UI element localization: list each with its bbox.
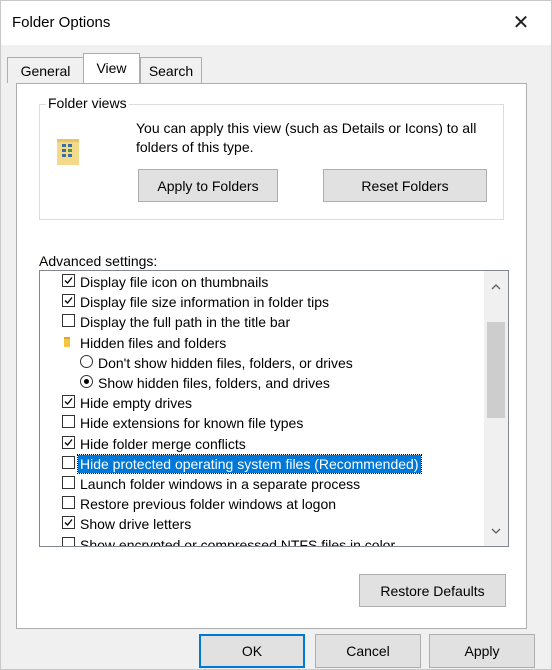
checkbox-option-row[interactable]: Display file size information in folder … bbox=[40, 292, 485, 312]
radio-option-row[interactable]: Don't show hidden files, folders, or dri… bbox=[40, 353, 485, 373]
folder-icon bbox=[64, 336, 70, 347]
checkbox-option-row[interactable]: Display the full path in the title bar bbox=[40, 312, 485, 332]
reset-folders-button[interactable]: Reset Folders bbox=[323, 169, 487, 202]
chevron-up-icon[interactable] bbox=[484, 277, 508, 297]
option-label: Launch folder windows in a separate proc… bbox=[80, 476, 361, 492]
radio-unselected[interactable] bbox=[80, 354, 93, 368]
folder-options-dialog: Folder Options ✕ General View Search Fol… bbox=[0, 0, 552, 670]
folder-group-row: Hidden files and folders bbox=[40, 333, 485, 353]
checkbox-checked[interactable] bbox=[62, 435, 75, 449]
close-icon[interactable]: ✕ bbox=[507, 10, 535, 36]
scrollbar-thumb[interactable] bbox=[487, 322, 505, 418]
checkbox-option-row[interactable]: Display file icon on thumbnails bbox=[40, 272, 485, 292]
option-label: Show hidden files, folders, and drives bbox=[98, 375, 330, 391]
chevron-down-icon[interactable] bbox=[484, 521, 508, 541]
checkbox-checked[interactable] bbox=[62, 395, 75, 409]
tab-view[interactable]: View bbox=[83, 53, 140, 83]
checkbox-checked[interactable] bbox=[62, 516, 75, 530]
checkbox-option-row[interactable]: Hide empty drives bbox=[40, 393, 485, 413]
advanced-settings-label: Advanced settings: bbox=[39, 253, 158, 269]
view-tab-panel: Folder views You can apply this view (su… bbox=[16, 83, 527, 629]
checkbox-option-row[interactable]: Hide extensions for known file types bbox=[40, 413, 485, 433]
checkbox-checked[interactable] bbox=[62, 294, 75, 308]
checkbox-unchecked[interactable] bbox=[62, 455, 75, 469]
cancel-button[interactable]: Cancel bbox=[315, 634, 421, 668]
option-label: Show encrypted or compressed NTFS files … bbox=[80, 536, 396, 547]
vertical-scrollbar[interactable] bbox=[484, 271, 508, 546]
checkbox-option-row[interactable]: Show drive letters bbox=[40, 514, 485, 534]
checkbox-checked[interactable] bbox=[62, 274, 75, 287]
folder-views-group: Folder views You can apply this view (su… bbox=[39, 95, 504, 220]
checkbox-unchecked[interactable] bbox=[62, 536, 75, 546]
folder-view-icon bbox=[57, 139, 79, 165]
restore-defaults-button[interactable]: Restore Defaults bbox=[359, 574, 506, 607]
checkbox-unchecked[interactable] bbox=[62, 314, 75, 328]
radio-selected[interactable] bbox=[80, 375, 93, 388]
tab-search[interactable]: Search bbox=[140, 57, 202, 83]
option-label: Show drive letters bbox=[80, 516, 192, 533]
option-label: Don't show hidden files, folders, or dri… bbox=[98, 354, 353, 371]
tab-general-label: General bbox=[20, 63, 71, 79]
checkbox-unchecked[interactable] bbox=[62, 415, 75, 429]
checkbox-unchecked[interactable] bbox=[62, 476, 75, 489]
option-label: Restore previous folder windows at logon bbox=[80, 496, 337, 513]
radio-dot bbox=[84, 379, 89, 384]
ok-button[interactable]: OK bbox=[199, 634, 305, 668]
option-label: Display file icon on thumbnails bbox=[80, 274, 269, 290]
window-title: Folder Options bbox=[12, 14, 111, 31]
tab-view-label: View bbox=[96, 60, 127, 76]
option-label: Display file size information in folder … bbox=[80, 294, 329, 311]
option-label: Hide folder merge conflicts bbox=[80, 435, 246, 452]
option-label: Hide extensions for known file types bbox=[80, 415, 304, 432]
checkbox-unchecked[interactable] bbox=[62, 496, 75, 510]
advanced-settings-list[interactable]: Display file icon on thumbnails Display f… bbox=[39, 270, 509, 547]
option-label: Hide empty drives bbox=[80, 395, 193, 412]
radio-option-row[interactable]: Show hidden files, folders, and drives bbox=[40, 373, 485, 393]
apply-button[interactable]: Apply bbox=[429, 634, 535, 668]
checkbox-option-row[interactable]: Launch folder windows in a separate proc… bbox=[40, 474, 485, 494]
option-label: Hide protected operating system files (R… bbox=[77, 453, 422, 474]
checkbox-option-row[interactable]: Hide protected operating system files (R… bbox=[40, 453, 485, 474]
option-label: Display the full path in the title bar bbox=[80, 314, 291, 331]
tab-general[interactable]: General bbox=[7, 57, 84, 83]
title-bar: Folder Options ✕ bbox=[1, 1, 551, 45]
folder-views-description: You can apply this view (such as Details… bbox=[136, 120, 477, 155]
tab-search-label: Search bbox=[148, 63, 194, 79]
checkbox-option-row[interactable]: Hide folder merge conflicts bbox=[40, 434, 485, 454]
checkbox-option-row[interactable]: Restore previous folder windows at logon bbox=[40, 494, 485, 514]
checkbox-option-row[interactable]: Show encrypted or compressed NTFS files … bbox=[40, 535, 485, 547]
folder-views-legend: Folder views bbox=[46, 95, 129, 111]
apply-to-folders-button[interactable]: Apply to Folders bbox=[138, 169, 278, 202]
option-label: Hidden files and folders bbox=[80, 334, 227, 351]
